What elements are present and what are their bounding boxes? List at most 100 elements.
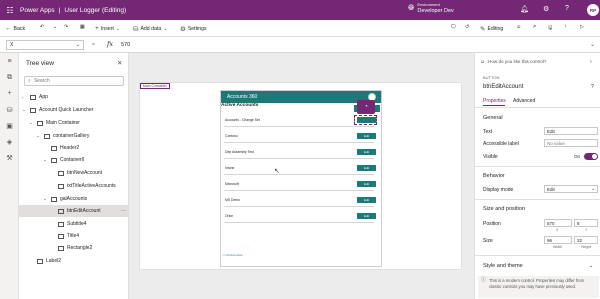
feedback-icon[interactable]: ☺ <box>480 59 485 65</box>
insert-icon[interactable]: + <box>5 89 14 98</box>
settings-button[interactable]: ⚙ Settings <box>180 25 207 33</box>
data-icon[interactable]: ⛁ <box>5 105 14 114</box>
divider <box>475 199 600 200</box>
list-item[interactable]: Microsoft Edit <box>224 179 376 191</box>
design-canvas[interactable]: Main Container Accounts 360 Active Accou… <box>129 53 474 299</box>
list-item[interactable]: Accounts - Change Set <box>224 115 376 127</box>
tree-item-container6[interactable]: ⌄ Container6 <box>43 154 84 166</box>
tree-item-gal-accounts[interactable]: ⌄ galAccounts <box>43 193 87 205</box>
edit-button[interactable]: Edit <box>357 213 376 219</box>
list-item[interactable]: Contoso Edit <box>224 131 376 143</box>
back-button[interactable]: ← Back <box>5 25 25 32</box>
chevron-right-icon[interactable]: › <box>590 59 592 65</box>
edit-button[interactable]: Edit <box>357 149 376 155</box>
tree-item-label2[interactable]: Label2 <box>29 255 61 267</box>
chevron-down-icon[interactable]: ⌄ <box>589 263 593 269</box>
display-mode-select[interactable]: Edit ⌄ <box>544 185 598 193</box>
height-input[interactable]: 32 <box>574 236 598 244</box>
more-options-icon[interactable]: … <box>121 207 126 213</box>
list-item[interactable]: Dep Assembly Test Edit <box>224 147 376 159</box>
layers-icon[interactable]: ⧉ <box>5 73 14 82</box>
tab-advanced[interactable]: Advanced <box>513 98 535 104</box>
text-input[interactable]: Edit <box>544 127 598 135</box>
edit-button[interactable]: Edit <box>357 165 376 171</box>
tree-item-label: btnNewAccount <box>67 170 103 176</box>
tree-item-screen[interactable]: ⌄ Account Quick Launcher <box>22 104 93 116</box>
selected-control-outline[interactable] <box>354 115 377 125</box>
edit-button[interactable]: Edit <box>357 197 376 203</box>
all-accounts-link[interactable]: << All Accounts <box>222 253 243 257</box>
share-icon[interactable]: ↗ <box>532 24 536 30</box>
redo-icon[interactable]: ↷ <box>64 24 68 30</box>
chevron-down-icon: ⌄ <box>43 157 47 162</box>
list-item[interactable]: Orion Edit <box>224 211 376 223</box>
avatar[interactable]: RP <box>587 4 599 16</box>
editing-mode-button[interactable]: ✎ Editing <box>480 25 503 33</box>
text-icon <box>58 221 64 227</box>
publish-icon[interactable]: ↑ <box>564 24 567 30</box>
environment-picker[interactable]: 🌐︎ Environment Developer Dev <box>408 2 454 14</box>
edit-control-icon[interactable]: ◔ <box>357 100 375 114</box>
save-icon[interactable]: 🖫︎ <box>548 24 552 33</box>
help-icon[interactable]: ? <box>565 5 569 12</box>
variables-icon[interactable]: ◈ <box>5 137 14 146</box>
tree-item-header2[interactable]: Header2 <box>43 142 79 154</box>
tree-item-container-gallery[interactable]: ⌄ containerGallery <box>36 130 89 142</box>
chevron-down-icon[interactable]: ⌄ <box>53 24 57 30</box>
active-tab-indicator <box>483 105 505 106</box>
chevron-down-icon[interactable]: ⌄ <box>590 41 595 48</box>
tree-item-txt-title[interactable]: txtTitleActiveAccounts <box>50 180 116 192</box>
width-input[interactable]: 96 <box>544 236 572 244</box>
list-item[interactable]: Intune Edit <box>224 163 376 175</box>
tree-item-main-container[interactable]: ⌄ Main Container <box>29 117 80 129</box>
tree-item-app[interactable]: › App <box>22 91 48 103</box>
fx-icon: fx <box>107 40 114 48</box>
tree-view-icon[interactable]: ≡ <box>5 57 14 66</box>
formula-input[interactable]: 570 <box>121 42 130 48</box>
control-name: btnEditAccount <box>483 84 524 90</box>
visible-toggle[interactable] <box>584 153 598 160</box>
tab-properties[interactable]: Properties <box>483 98 506 104</box>
help-icon[interactable]: ? <box>591 84 594 90</box>
tree-item-label: galAccounts <box>60 196 88 202</box>
media-icon[interactable]: ▣ <box>5 121 14 130</box>
edit-button[interactable]: Edit <box>357 133 376 139</box>
back-arrow-icon: ← <box>5 25 12 32</box>
x-input[interactable]: 570 <box>544 219 572 227</box>
play-icon[interactable]: ▷ <box>580 24 584 30</box>
undo-icon[interactable]: ↶ <box>40 24 44 30</box>
accessible-label-input[interactable]: No value <box>544 139 598 147</box>
add-data-button[interactable]: ⛁ Add data ⌄ <box>133 25 167 33</box>
insert-button[interactable]: + Insert ⌄ <box>95 25 120 32</box>
close-icon[interactable]: ✕ <box>117 59 122 67</box>
tree-item-subtitle4[interactable]: Subtitle4 <box>50 218 86 230</box>
tree-item-title4[interactable]: Title4 <box>50 230 79 242</box>
screen-icon <box>30 107 36 113</box>
tree-item-label: txtTitleActiveAccounts <box>67 183 116 189</box>
waffle-icon[interactable]: ☷ <box>0 0 20 20</box>
list-item[interactable]: MS Demo Edit <box>224 195 376 207</box>
tree-item-rectangle2[interactable]: Rectangle2 <box>50 242 92 254</box>
tree-item-btn-edit-account[interactable]: btnEditAccount … <box>19 205 129 217</box>
size-label: Size <box>483 238 493 244</box>
tree-search-input[interactable]: ⌕ Search <box>24 76 124 86</box>
y-input[interactable]: 8 <box>574 219 598 227</box>
tools-icon[interactable]: ⚒ <box>5 153 14 162</box>
chevron-down-icon: ⌄ <box>36 133 40 138</box>
tree-item-label: Main Container <box>46 120 80 126</box>
feedback-prompt[interactable]: How do you like this control? <box>488 59 546 64</box>
mouse-pointer-icon: ↖ <box>274 168 280 175</box>
account-name: Dep Assembly Test <box>225 150 254 154</box>
grid-icon[interactable]: ▦ <box>80 24 85 30</box>
edit-button[interactable]: Edit <box>357 181 376 187</box>
gear-icon: ⚙ <box>180 26 186 33</box>
property-name: X <box>10 42 14 48</box>
tree-item-btn-new-account[interactable]: btnNewAccount <box>50 167 102 179</box>
app-icon <box>30 94 36 100</box>
property-selector[interactable]: X ⌄ <box>6 40 84 50</box>
settings-icon[interactable]: ⚙ <box>543 5 549 13</box>
bell-icon[interactable]: 🔔︎ <box>520 5 529 13</box>
comment-icon[interactable]: 🗨︎ <box>450 24 457 30</box>
undo-history-icon[interactable]: ↺ <box>465 24 469 30</box>
app-checker-icon[interactable]: ☺ <box>516 24 521 30</box>
